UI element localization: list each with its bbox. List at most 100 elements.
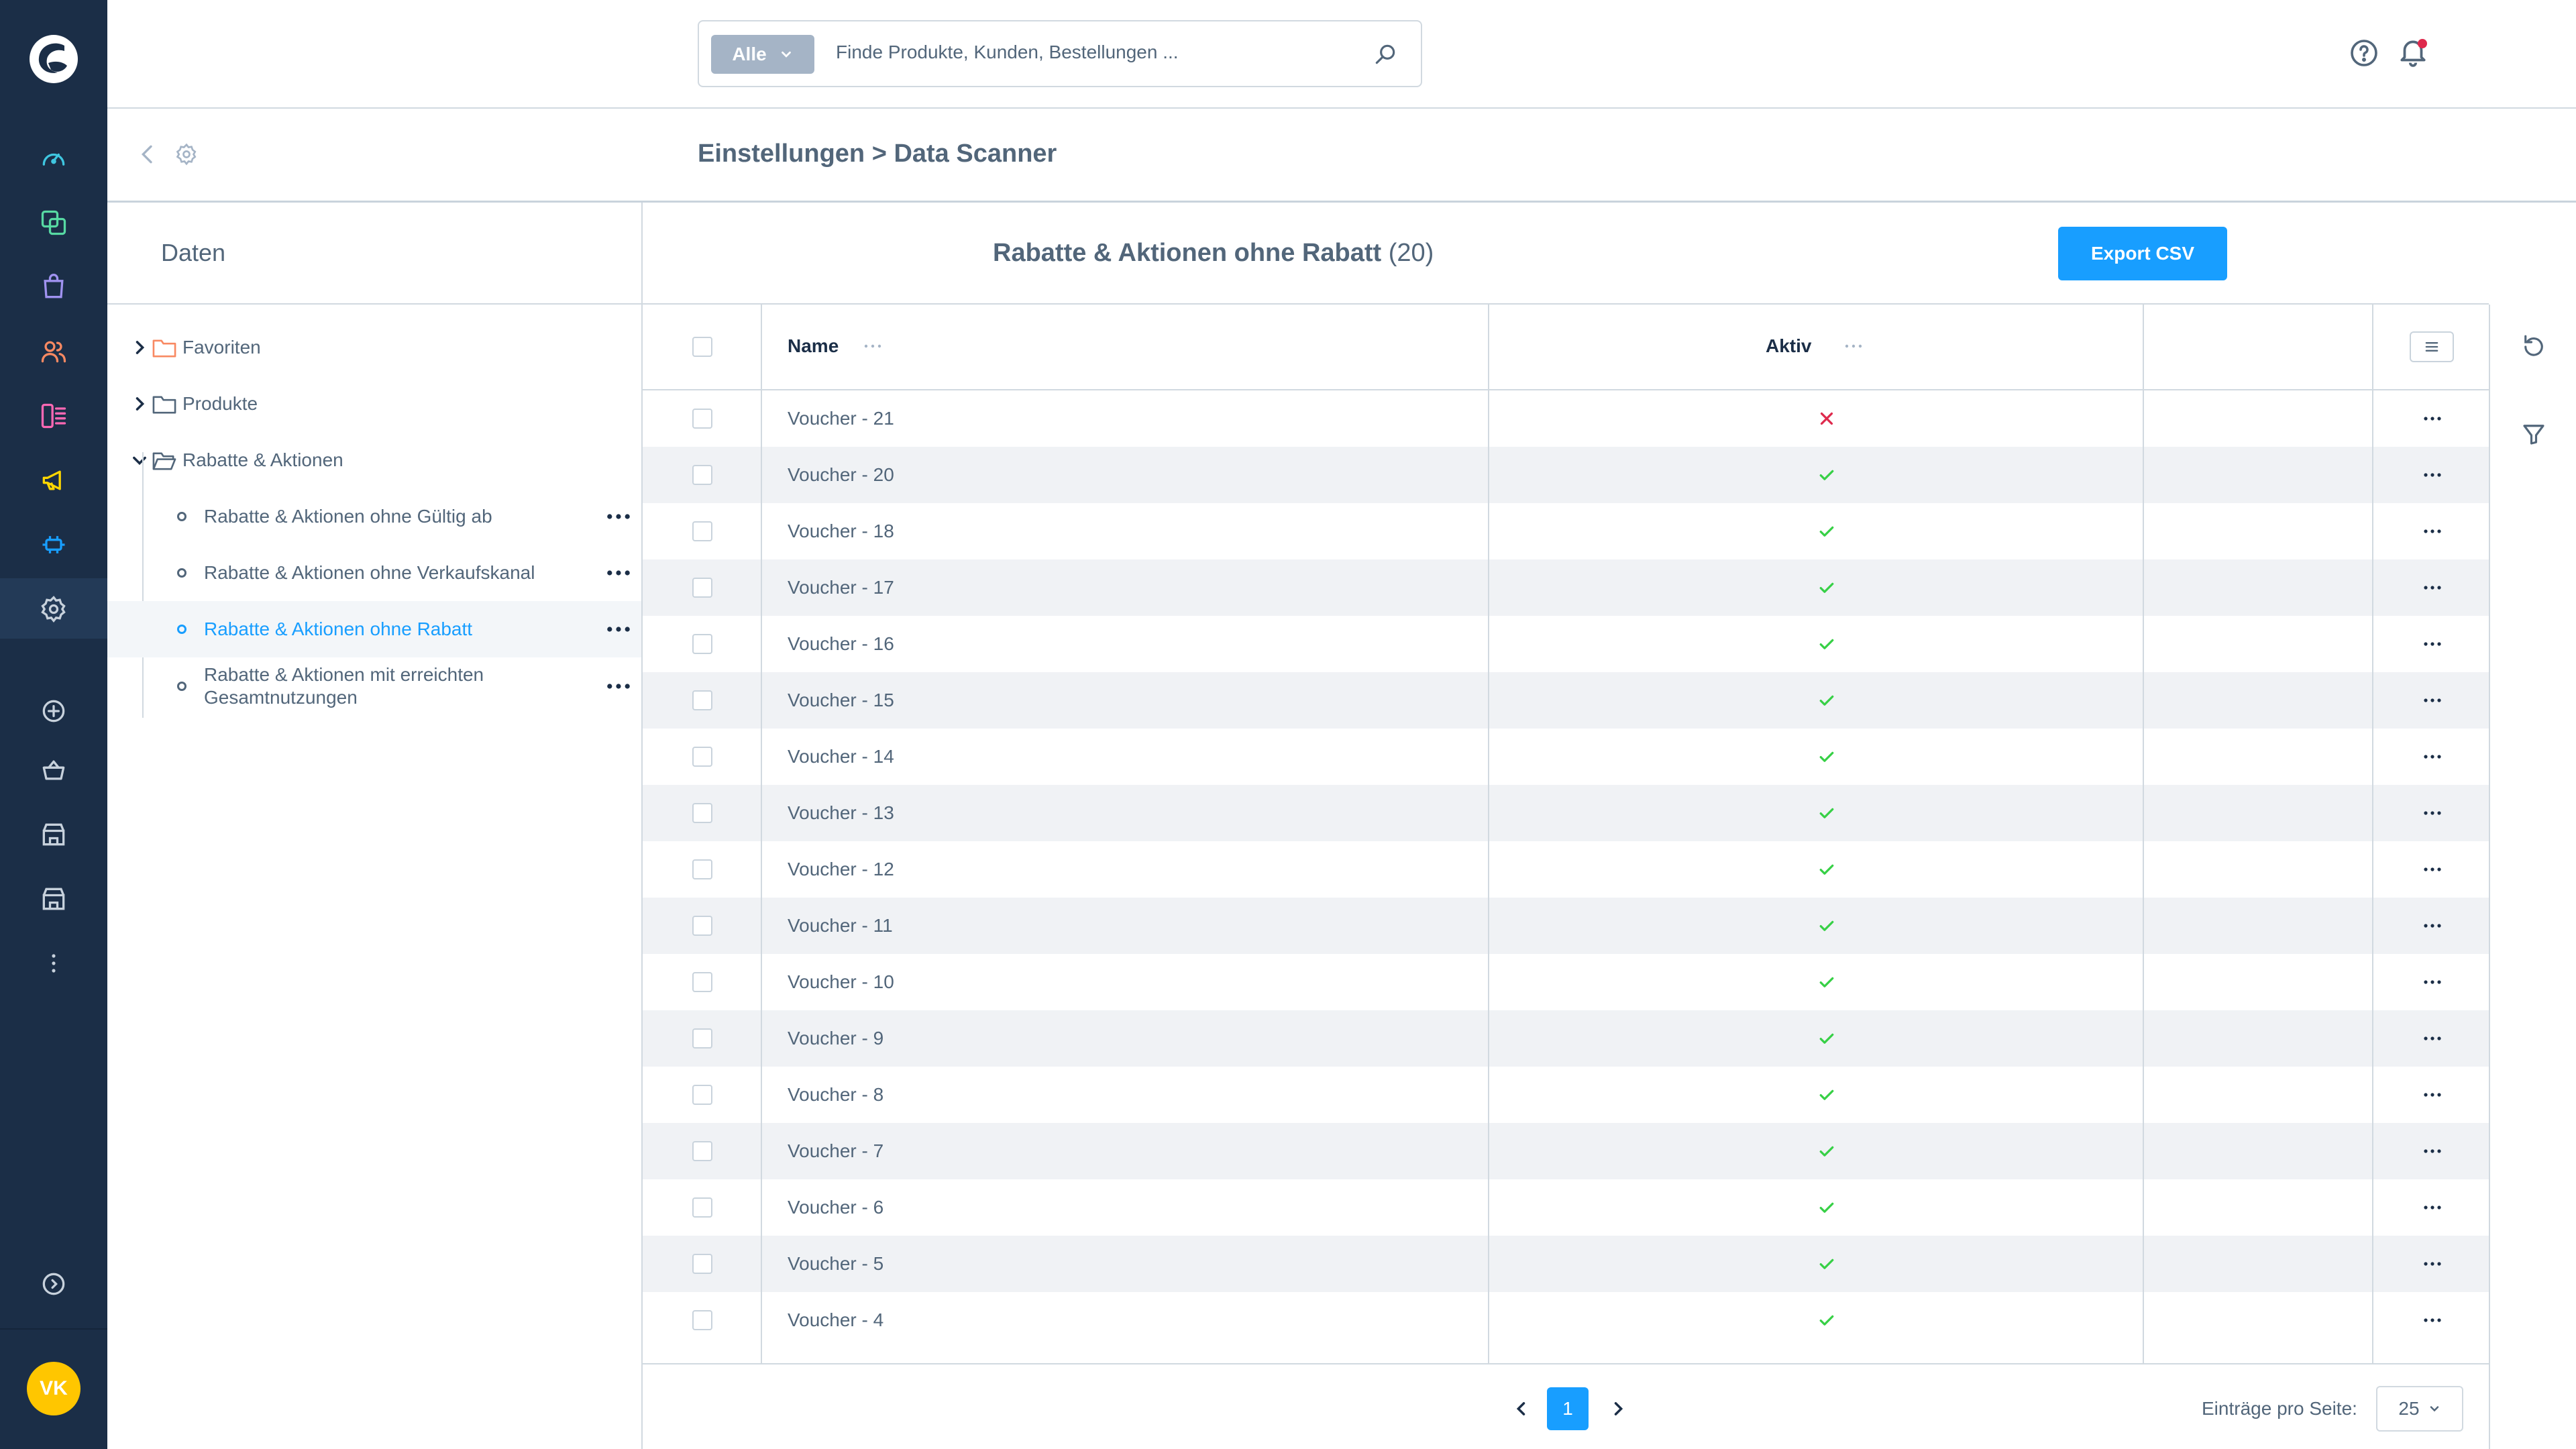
table-row[interactable]: Voucher - 14 <box>643 729 2489 785</box>
table-row[interactable]: Voucher - 21 <box>643 390 2489 447</box>
row-checkbox[interactable] <box>692 409 712 429</box>
table-row[interactable]: Voucher - 15 <box>643 672 2489 729</box>
table-row[interactable]: Voucher - 12 <box>643 841 2489 898</box>
sales-channel-store-2-icon[interactable] <box>34 879 74 919</box>
grid-settings-button[interactable] <box>2410 331 2454 362</box>
row-context-menu-icon[interactable] <box>2423 697 2442 704</box>
row-context-menu-icon[interactable] <box>2423 1148 2442 1155</box>
row-checkbox[interactable] <box>692 1141 712 1161</box>
content-icon[interactable] <box>34 396 74 436</box>
row-checkbox[interactable] <box>692 690 712 710</box>
row-context-menu-icon[interactable] <box>2423 1260 2442 1267</box>
context-menu-icon[interactable] <box>606 569 631 577</box>
sales-channel-basket-icon[interactable] <box>34 750 74 790</box>
orders-icon[interactable] <box>34 267 74 307</box>
select-all-checkbox[interactable] <box>692 337 712 357</box>
table-row[interactable]: Voucher - 7 <box>643 1123 2489 1179</box>
row-context-menu-icon[interactable] <box>2423 528 2442 535</box>
dashboard-icon[interactable] <box>34 138 74 178</box>
row-context-menu-icon[interactable] <box>2423 753 2442 760</box>
previous-page-icon[interactable] <box>1512 1399 1531 1418</box>
per-page-select[interactable]: 25 <box>2376 1386 2463 1432</box>
row-checkbox[interactable] <box>692 634 712 654</box>
row-context-menu-icon[interactable] <box>2423 1317 2442 1324</box>
table-row[interactable]: Voucher - 5 <box>643 1236 2489 1292</box>
export-csv-button[interactable]: Export CSV <box>2058 227 2227 280</box>
tree-item-ohne-verkaufskanal[interactable]: Rabatte & Aktionen ohne Verkaufskanal <box>107 545 641 601</box>
sales-channel-store-icon[interactable] <box>34 814 74 855</box>
context-menu-icon[interactable] <box>606 513 631 521</box>
catalogue-icon[interactable] <box>34 203 74 243</box>
row-context-menu-icon[interactable] <box>2423 866 2442 873</box>
row-context-menu-icon[interactable] <box>2423 641 2442 647</box>
refresh-icon[interactable] <box>2520 333 2548 361</box>
column-menu-icon[interactable] <box>864 343 881 349</box>
row-checkbox[interactable] <box>692 803 712 823</box>
avatar[interactable]: VK <box>27 1362 80 1415</box>
table-row[interactable]: Voucher - 17 <box>643 559 2489 616</box>
chevron-right-icon[interactable] <box>130 394 149 413</box>
row-checkbox[interactable] <box>692 747 712 767</box>
table-row[interactable]: Voucher - 13 <box>643 785 2489 841</box>
row-checkbox[interactable] <box>692 1310 712 1330</box>
tree-folder-produkte[interactable]: Produkte <box>107 376 641 432</box>
row-checkbox[interactable] <box>692 465 712 485</box>
settings-icon[interactable] <box>34 589 74 629</box>
help-icon[interactable] <box>2348 37 2380 69</box>
row-context-menu-icon[interactable] <box>2423 584 2442 591</box>
column-header-aktiv[interactable]: Aktiv <box>1766 335 1811 357</box>
column-header-name[interactable]: Name <box>788 335 839 357</box>
chevron-down-icon[interactable] <box>130 451 149 470</box>
row-checkbox[interactable] <box>692 1028 712 1049</box>
table-row[interactable]: Voucher - 20 <box>643 447 2489 503</box>
row-context-menu-icon[interactable] <box>2423 922 2442 929</box>
table-row[interactable]: Voucher - 9 <box>643 1010 2489 1067</box>
row-checkbox[interactable] <box>692 578 712 598</box>
row-checkbox[interactable] <box>692 916 712 936</box>
collapse-icon[interactable] <box>34 1264 74 1304</box>
extensions-icon[interactable] <box>34 525 74 565</box>
table-row[interactable]: Voucher - 4 <box>643 1292 2489 1348</box>
context-menu-icon[interactable] <box>606 682 631 690</box>
table-row[interactable]: Voucher - 16 <box>643 616 2489 672</box>
search-type-select[interactable]: Alle <box>711 35 814 74</box>
table-row[interactable]: Voucher - 6 <box>643 1179 2489 1236</box>
row-checkbox[interactable] <box>692 521 712 541</box>
tree-item-ohne-gueltig-ab[interactable]: Rabatte & Aktionen ohne Gültig ab <box>107 488 641 545</box>
table-row[interactable]: Voucher - 8 <box>643 1067 2489 1123</box>
next-page-icon[interactable] <box>1609 1399 1627 1418</box>
row-context-menu-icon[interactable] <box>2423 810 2442 816</box>
row-context-menu-icon[interactable] <box>2423 979 2442 985</box>
more-icon[interactable] <box>34 943 74 983</box>
customers-icon[interactable] <box>34 331 74 372</box>
row-checkbox[interactable] <box>692 972 712 992</box>
row-checkbox[interactable] <box>692 859 712 879</box>
tree-item-mit-erreichten-gesamtnutzungen[interactable]: Rabatte & Aktionen mit erreichten Gesamt… <box>107 657 641 715</box>
table-row[interactable]: Voucher - 18 <box>643 503 2489 559</box>
marketing-icon[interactable] <box>34 460 74 500</box>
tree-item-ohne-rabatt[interactable]: Rabatte & Aktionen ohne Rabatt <box>107 601 641 657</box>
table-row[interactable]: Voucher - 10 <box>643 954 2489 1010</box>
row-checkbox[interactable] <box>692 1197 712 1218</box>
table-row[interactable]: Voucher - 11 <box>643 898 2489 954</box>
row-context-menu-icon[interactable] <box>2423 1091 2442 1098</box>
page-button-current[interactable]: 1 <box>1547 1387 1589 1430</box>
tree-folder-favoriten[interactable]: Favoriten <box>107 319 641 376</box>
row-context-menu-icon[interactable] <box>2423 1035 2442 1042</box>
back-arrow-icon[interactable] <box>134 141 161 168</box>
shopware-logo-icon[interactable] <box>25 31 82 87</box>
row-context-menu-icon[interactable] <box>2423 1204 2442 1211</box>
row-checkbox[interactable] <box>692 1254 712 1274</box>
context-menu-icon[interactable] <box>606 625 631 633</box>
search-icon[interactable] <box>1373 42 1398 67</box>
row-context-menu-icon[interactable] <box>2423 472 2442 478</box>
add-channel-icon[interactable] <box>34 691 74 731</box>
column-menu-icon[interactable] <box>1845 343 1862 349</box>
chevron-right-icon[interactable] <box>130 338 149 357</box>
filter-icon[interactable] <box>2520 420 2548 448</box>
search-input[interactable]: Finde Produkte, Kunden, Bestellungen ... <box>836 42 1179 63</box>
row-checkbox[interactable] <box>692 1085 712 1105</box>
global-search[interactable]: Alle Finde Produkte, Kunden, Bestellunge… <box>698 20 1422 87</box>
row-context-menu-icon[interactable] <box>2423 415 2442 422</box>
tree-folder-rabatte-aktionen[interactable]: Rabatte & Aktionen <box>107 432 641 488</box>
